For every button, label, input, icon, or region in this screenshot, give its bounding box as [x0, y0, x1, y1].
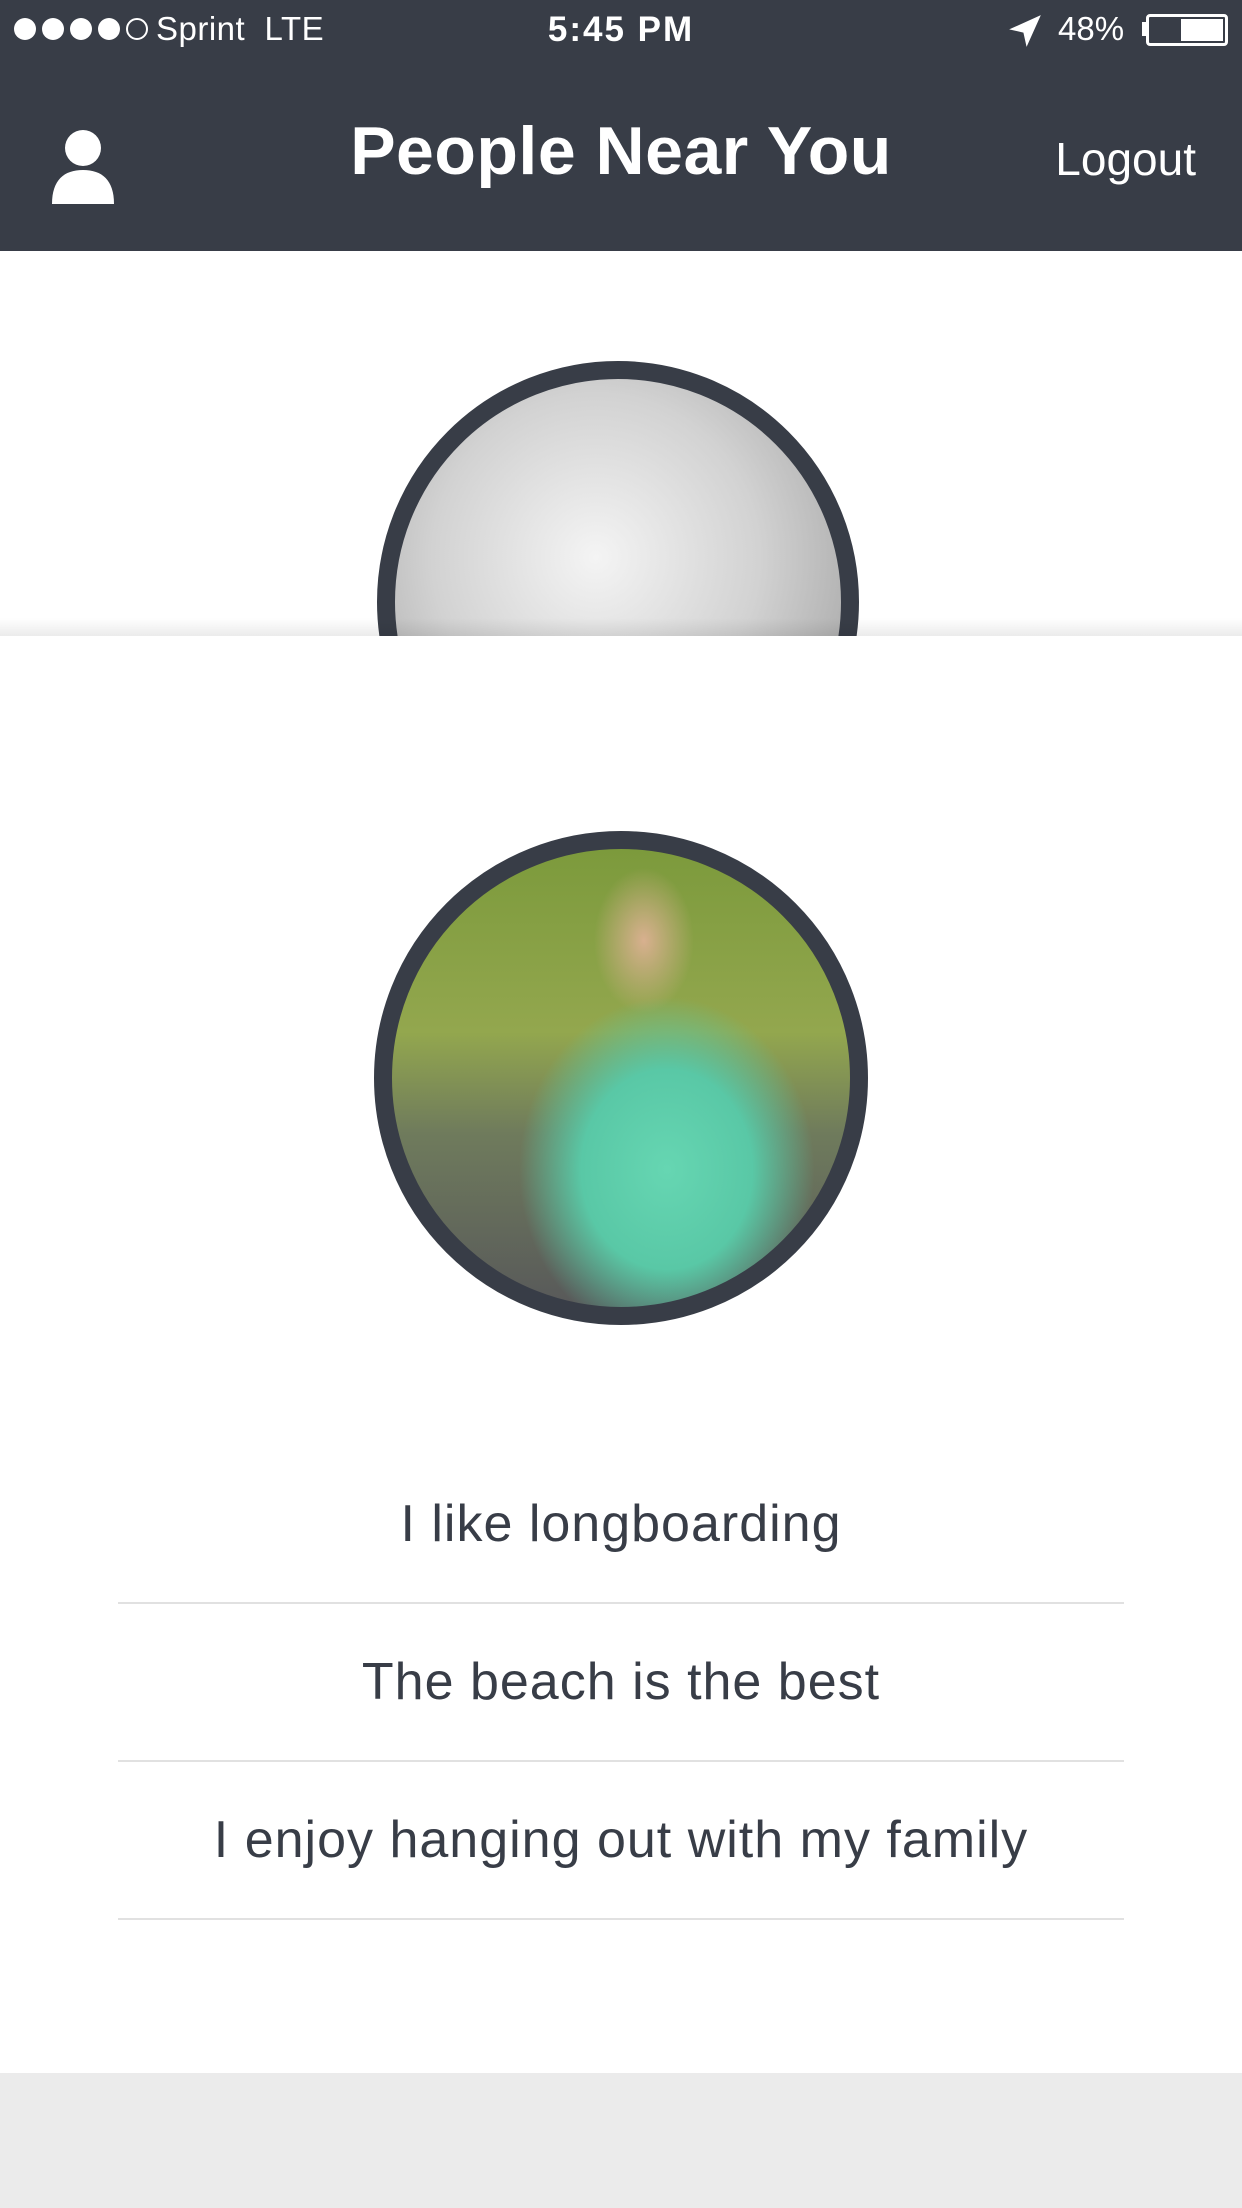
- bio-item: I like longboarding: [118, 1446, 1124, 1604]
- bottom-area: [0, 2073, 1242, 2208]
- nav-bar: People Near You Logout: [0, 60, 1242, 251]
- status-bar: Sprint LTE 5:45 PM 48%: [0, 0, 1242, 60]
- logout-button[interactable]: Logout: [1055, 132, 1196, 186]
- profile-card-next[interactable]: [0, 251, 1242, 636]
- avatar-next-profile: [377, 361, 859, 636]
- location-arrow-icon: [1009, 15, 1041, 47]
- profile-card[interactable]: I like longboarding The beach is the bes…: [0, 636, 1242, 2073]
- battery-percentage: 48%: [1058, 10, 1125, 47]
- battery-icon: [1146, 14, 1228, 46]
- battery-fill: [1181, 19, 1223, 41]
- bio-item: The beach is the best: [118, 1604, 1124, 1762]
- card-divider-shadow: [0, 618, 1242, 636]
- bio-list: I like longboarding The beach is the bes…: [118, 1446, 1124, 1920]
- avatar: [374, 831, 868, 1325]
- status-time: 5:45 PM: [547, 10, 695, 49]
- bio-item: I enjoy hanging out with my family: [118, 1762, 1124, 1920]
